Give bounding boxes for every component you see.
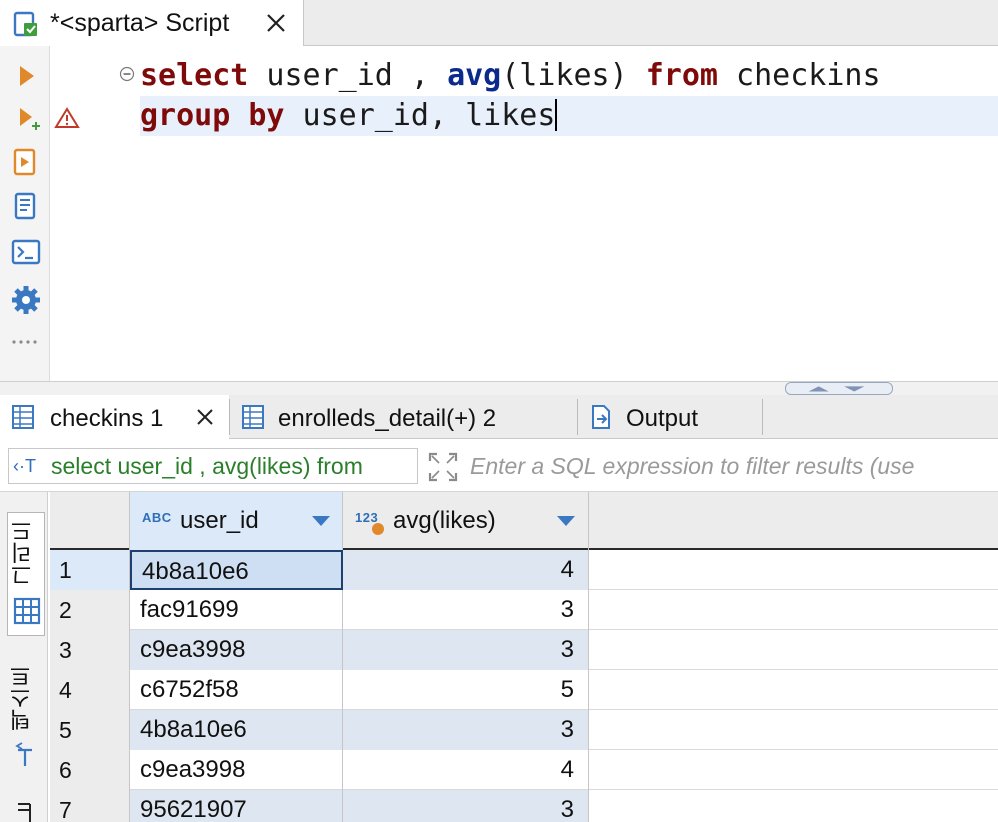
identifier-token: user_id, likes: [284, 98, 556, 133]
results-filter-bar: ‹·T select user_id , avg(likes) from: [0, 440, 998, 492]
cell-user-id[interactable]: 4b8a10e6: [130, 710, 343, 750]
grid-header: ABC user_id 123 avg(likes): [50, 492, 998, 550]
results-grid[interactable]: ABC user_id 123 avg(likes) 1 4b8a10e6 4 …: [50, 492, 998, 822]
more-dots-icon[interactable]: [10, 330, 42, 362]
row-number: 3: [50, 630, 130, 670]
cell-avg-likes[interactable]: 3: [343, 590, 589, 630]
row-number: 7: [50, 790, 130, 822]
row-number: 1: [50, 550, 130, 590]
cell-user-id[interactable]: 4b8a10e6: [130, 550, 343, 590]
table-row[interactable]: 3 c9ea3998 3: [50, 630, 998, 670]
sql-editor[interactable]: select user_id , avg(likes) from checkin…: [140, 56, 998, 381]
column-header-label: user_id: [180, 507, 259, 534]
view-tab-more[interactable]: [7, 792, 45, 822]
output-log-icon: [592, 405, 610, 429]
source-query-text: select user_id , avg(likes) from: [51, 453, 363, 479]
execute-script-icon[interactable]: [10, 146, 42, 178]
view-tab-grid-label: 그리드: [11, 520, 36, 586]
expand-filter-icon[interactable]: [426, 450, 460, 484]
cell-user-id[interactable]: fac91699: [130, 590, 343, 630]
tab-checkins-1[interactable]: checkins 1: [0, 395, 229, 439]
function-token: avg: [447, 58, 502, 93]
result-view-switcher: 그리드 텍스트: [0, 492, 48, 822]
row-number-header[interactable]: [50, 492, 130, 550]
source-query-label[interactable]: ‹·T select user_id , avg(likes) from: [8, 448, 418, 484]
editor-tab-strip: *<sparta> Script: [0, 0, 998, 46]
column-header-avg-likes[interactable]: 123 avg(likes): [343, 492, 589, 550]
column-header-label: avg(likes): [393, 507, 496, 534]
editor-side-toolbar: [0, 46, 50, 381]
identifier-token: checkins: [718, 58, 881, 93]
cell-avg-likes[interactable]: 5: [343, 670, 589, 710]
cell-avg-likes[interactable]: 3: [343, 790, 589, 822]
tab-enrolleds-detail-2[interactable]: enrolleds_detail(+) 2: [230, 395, 576, 439]
chevron-down-icon[interactable]: [555, 514, 577, 528]
identifier-token: user_id ,: [248, 58, 448, 93]
close-icon[interactable]: [265, 12, 287, 34]
code-line-2: group by user_id, likes: [140, 96, 998, 136]
code-line-1: select user_id , avg(likes) from checkin…: [140, 56, 998, 96]
execute-statement-icon[interactable]: [10, 60, 42, 92]
cell-avg-likes[interactable]: 3: [343, 630, 589, 670]
table-row[interactable]: 5 4b8a10e6 3: [50, 710, 998, 750]
execute-in-new-tab-icon[interactable]: [10, 102, 42, 134]
editor-tab-script[interactable]: *<sparta> Script: [0, 0, 304, 46]
cell-avg-likes[interactable]: 4: [343, 550, 589, 590]
view-tab-text[interactable]: 텍스트: [7, 658, 45, 778]
filter-expression-input[interactable]: [470, 448, 998, 484]
table-row[interactable]: 4 c6752f58 5: [50, 670, 998, 710]
column-header-user-id[interactable]: ABC user_id: [130, 492, 343, 550]
row-number: 4: [50, 670, 130, 710]
text-caret: [555, 99, 558, 131]
cell-user-id[interactable]: c9ea3998: [130, 750, 343, 790]
row-number: 5: [50, 710, 130, 750]
sql-text-icon: ‹·T: [13, 456, 36, 476]
tab-label: Output: [626, 405, 699, 432]
tab-label: enrolleds_detail(+) 2: [278, 405, 497, 432]
cell-user-id[interactable]: c9ea3998: [130, 630, 343, 670]
warning-triangle-icon: [54, 107, 80, 128]
keyword-token: from: [645, 58, 718, 93]
table-row[interactable]: 2 fac91699 3: [50, 590, 998, 630]
text-view-icon: [15, 742, 32, 766]
table-grid-icon: [12, 405, 34, 429]
cell-user-id[interactable]: c6752f58: [130, 670, 343, 710]
table-grid-icon: [242, 405, 264, 429]
view-tab-text-label: 텍스트: [10, 665, 35, 731]
string-type-badge: ABC: [142, 510, 172, 525]
terminal-icon[interactable]: [10, 236, 42, 268]
cell-avg-likes[interactable]: 3: [343, 710, 589, 750]
panel-splitter[interactable]: [0, 381, 998, 395]
chevron-down-icon[interactable]: [310, 514, 332, 528]
table-row[interactable]: 1 4b8a10e6 4: [50, 550, 998, 590]
sql-script-icon: [13, 11, 37, 37]
panel-more-icon: [18, 803, 31, 822]
tab-output[interactable]: Output: [578, 395, 762, 439]
table-row[interactable]: 7 95621907 3: [50, 790, 998, 822]
explain-plan-icon[interactable]: [10, 190, 42, 222]
tab-label: checkins 1: [50, 405, 164, 432]
row-number: 2: [50, 590, 130, 630]
identifier-token: (likes): [501, 58, 646, 93]
settings-gear-icon[interactable]: [10, 284, 42, 316]
calculated-column-dot-icon: [372, 523, 384, 535]
table-row[interactable]: 6 c9ea3998 4: [50, 750, 998, 790]
view-tab-grid[interactable]: 그리드: [7, 512, 45, 636]
grid-view-icon: [13, 597, 41, 625]
splitter-toggle-icon[interactable]: [785, 382, 893, 395]
tab-separator: [762, 399, 763, 435]
cell-user-id[interactable]: 95621907: [130, 790, 343, 822]
results-tab-strip: checkins 1 enrolleds_detail(+) 2 Output: [0, 395, 998, 439]
row-number: 6: [50, 750, 130, 790]
editor-tab-label: *<sparta> Script: [50, 9, 230, 37]
keyword-token: group by: [140, 98, 285, 133]
cell-avg-likes[interactable]: 4: [343, 750, 589, 790]
keyword-token: select: [140, 58, 249, 93]
close-icon[interactable]: [195, 407, 215, 427]
collapse-fold-icon[interactable]: [119, 66, 135, 82]
